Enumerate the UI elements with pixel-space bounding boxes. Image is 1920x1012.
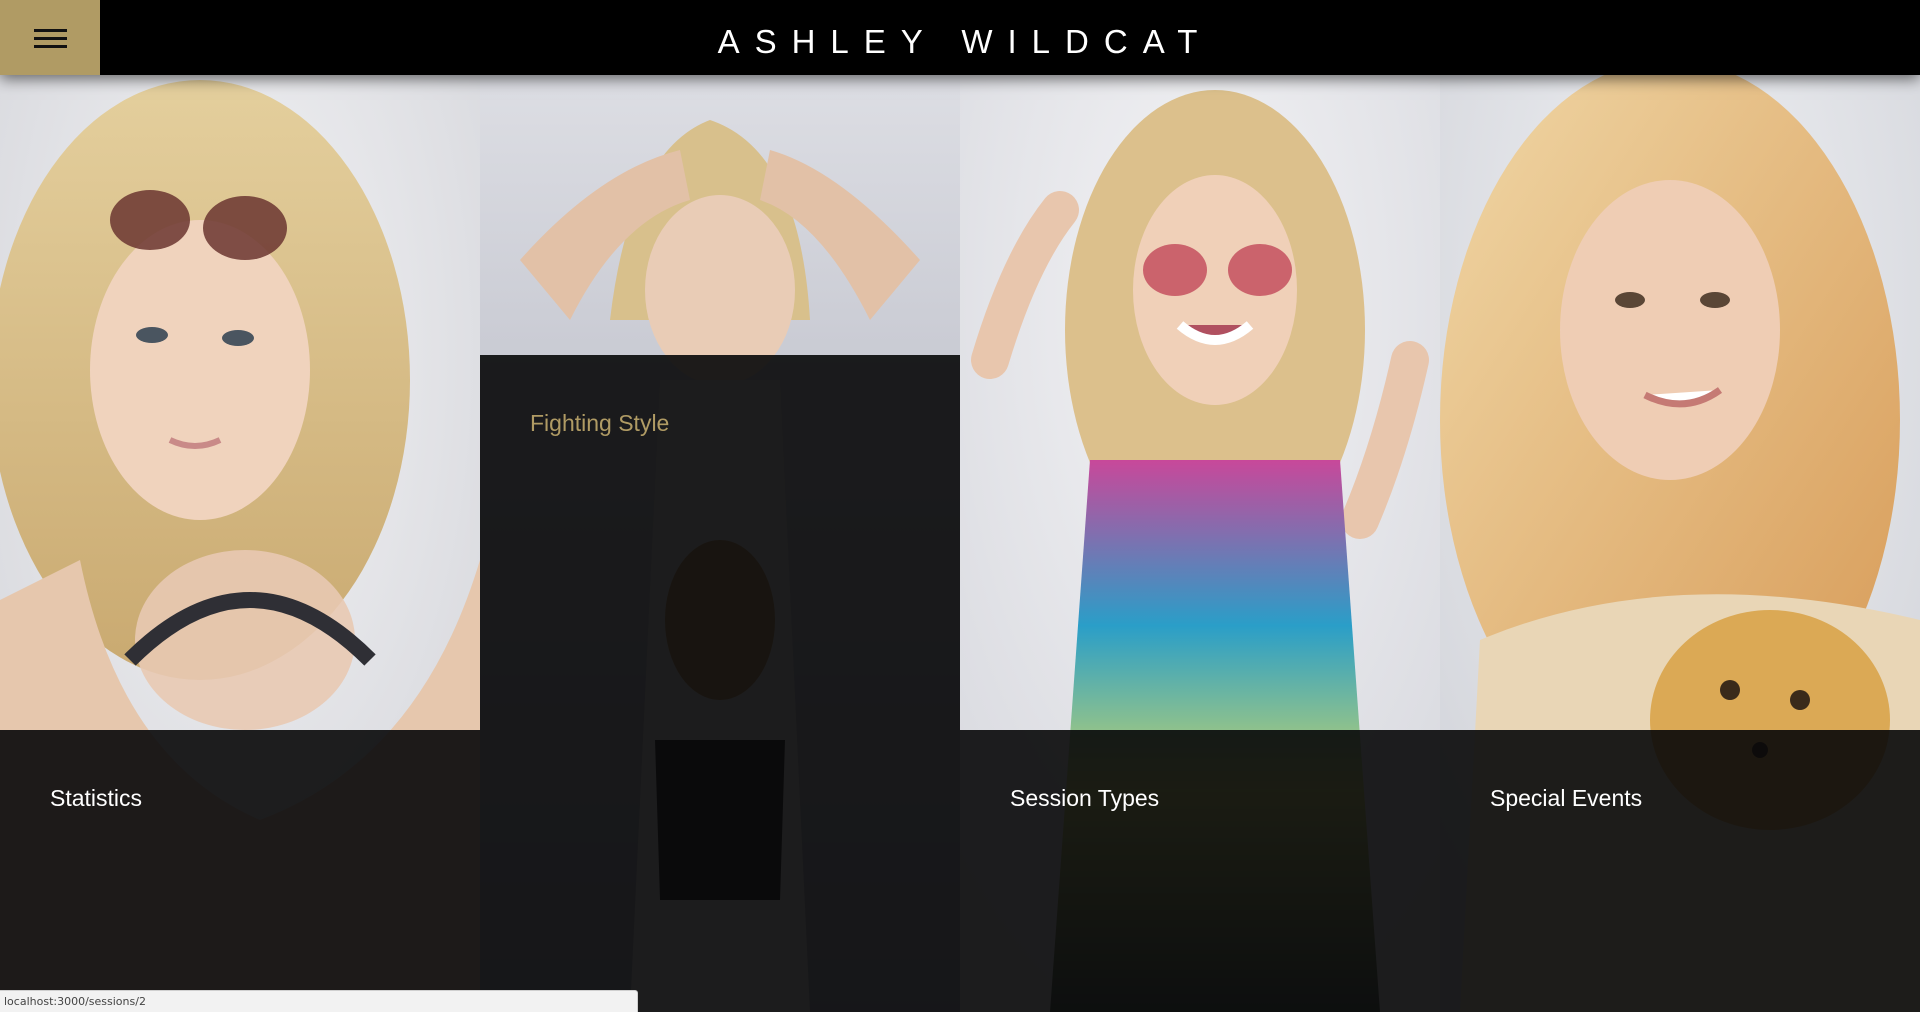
tile-overlay xyxy=(1440,730,1920,1012)
tile-overlay xyxy=(960,730,1440,1012)
tile-overlay xyxy=(0,730,480,1012)
top-navigation-bar: ASHLEY WILDCAT xyxy=(0,0,1920,75)
browser-status-url: localhost:3000/sessions/2 xyxy=(0,990,638,1012)
site-title[interactable]: ASHLEY WILDCAT xyxy=(0,22,1920,62)
tile-label-fighting-style: Fighting Style xyxy=(530,410,670,436)
tile-label-session-types: Session Types xyxy=(1010,785,1160,811)
tile-session-types[interactable]: Session Types xyxy=(960,0,1440,1012)
tile-grid: Statistics Fighting Style Session Types … xyxy=(0,0,1920,1012)
tile-label-special-events: Special Events xyxy=(1490,785,1643,811)
tile-overlay xyxy=(480,355,960,1012)
tile-label-statistics: Statistics xyxy=(50,785,143,811)
tile-special-events[interactable]: Special Events xyxy=(1440,0,1920,1012)
tile-fighting-style[interactable]: Fighting Style xyxy=(480,0,960,1012)
tile-statistics[interactable]: Statistics xyxy=(0,0,480,1012)
